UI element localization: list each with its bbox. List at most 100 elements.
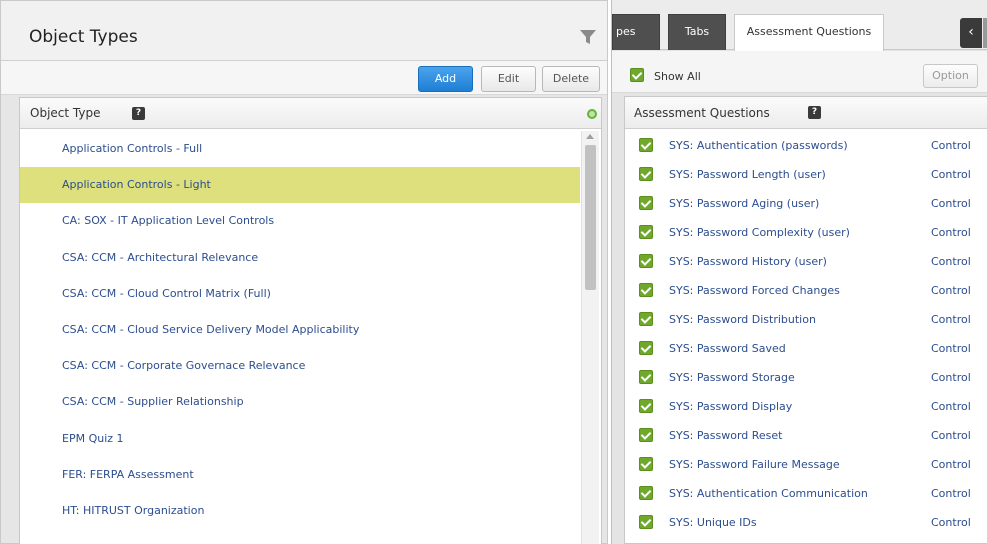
question-type: Control — [931, 313, 971, 326]
question-checkbox[interactable] — [639, 254, 653, 268]
question-checkbox[interactable] — [639, 428, 653, 442]
table-row: SYS: Password Length (user) Control — [625, 160, 987, 189]
list-item[interactable]: HT: HITRUST Organization — [20, 493, 580, 529]
question-text[interactable]: SYS: Password Failure Message — [669, 450, 840, 479]
table-row: SYS: Password Saved Control — [625, 334, 987, 363]
question-checkbox[interactable] — [639, 399, 653, 413]
question-checkbox[interactable] — [639, 167, 653, 181]
tab-object-types[interactable]: pes — [612, 14, 660, 50]
object-type-column-header: Object Type ? — [20, 98, 601, 129]
question-checkbox[interactable] — [639, 138, 653, 152]
tab-bar: pes Tabs Assessment Questions ‹ — [612, 0, 987, 51]
list-item[interactable]: CSA: CCM - Corporate Governace Relevance — [20, 348, 580, 384]
assessment-panel: pes Tabs Assessment Questions ‹ Show All… — [611, 0, 987, 544]
list-item[interactable]: CSA: CCM - Cloud Control Matrix (Full) — [20, 276, 580, 312]
question-type: Control — [931, 197, 971, 210]
list-item[interactable]: CA: SOX - IT Application Level Controls — [20, 203, 580, 239]
table-row: SYS: Authentication Communication Contro… — [625, 479, 987, 508]
object-types-panel: Object Types Add Edit Delete Object Type… — [0, 0, 608, 544]
table-row: SYS: Authentication (passwords) Control — [625, 131, 987, 160]
scrollbar-thumb[interactable] — [585, 145, 596, 290]
question-type: Control — [931, 255, 971, 268]
question-type: Control — [931, 342, 971, 355]
assessment-questions-header: Assessment Questions ? — [625, 97, 987, 129]
question-type: Control — [931, 371, 971, 384]
question-checkbox[interactable] — [639, 312, 653, 326]
tab-scroll-left-icon[interactable]: ‹ — [960, 18, 982, 48]
scroll-up-arrow-icon[interactable] — [586, 134, 594, 139]
help-icon[interactable]: ? — [132, 107, 145, 120]
object-types-header: Object Types — [1, 1, 607, 61]
table-row: SYS: Unique IDs Control — [625, 508, 987, 537]
question-type: Control — [931, 284, 971, 297]
vertical-scrollbar[interactable] — [581, 131, 599, 544]
question-checkbox[interactable] — [639, 225, 653, 239]
table-row: SYS: Password Storage Control — [625, 363, 987, 392]
question-text[interactable]: SYS: Password Length (user) — [669, 160, 826, 189]
table-row: SYS: Password Distribution Control — [625, 305, 987, 334]
object-type-list: Object Type ? Application Controls - Ful… — [19, 97, 602, 544]
question-type: Control — [931, 400, 971, 413]
question-text[interactable]: SYS: Password History (user) — [669, 247, 827, 276]
list-item[interactable]: CSA: CCM - Supplier Relationship — [20, 384, 580, 420]
table-row: SYS: Password Display Control — [625, 392, 987, 421]
table-row: SYS: Password Reset Control — [625, 421, 987, 450]
question-checkbox[interactable] — [639, 515, 653, 529]
show-all-label[interactable]: Show All — [654, 70, 701, 83]
assessment-toolbar: Show All Option — [612, 51, 987, 93]
table-row: SYS: Password History (user) Control — [625, 247, 987, 276]
table-row: SYS: Password Forced Changes Control — [625, 276, 987, 305]
option-button[interactable]: Option — [923, 64, 978, 88]
list-item[interactable]: CSA: CCM - Architectural Relevance — [20, 240, 580, 276]
help-icon[interactable]: ? — [808, 106, 821, 119]
add-button[interactable]: Add — [418, 66, 473, 92]
panel-title: Object Types — [29, 27, 138, 47]
edit-button[interactable]: Edit — [481, 66, 536, 92]
table-row: SYS: Password Failure Message Control — [625, 450, 987, 479]
question-type: Control — [931, 168, 971, 181]
question-checkbox[interactable] — [639, 196, 653, 210]
status-indicator-icon[interactable] — [587, 109, 597, 119]
question-text[interactable]: SYS: Password Storage — [669, 363, 795, 392]
question-text[interactable]: SYS: Authentication Communication — [669, 479, 868, 508]
tab-scroll-right-icon[interactable] — [983, 18, 987, 48]
question-text[interactable]: SYS: Password Distribution — [669, 305, 816, 334]
question-text[interactable]: SYS: Unique IDs — [669, 508, 757, 537]
question-type: Control — [931, 226, 971, 239]
list-item[interactable]: FER: FERPA Assessment — [20, 457, 580, 493]
question-text[interactable]: SYS: Password Reset — [669, 421, 783, 450]
question-type: Control — [931, 139, 971, 152]
list-item[interactable]: EPM Quiz 1 — [20, 421, 580, 457]
filter-icon[interactable] — [579, 28, 597, 46]
question-checkbox[interactable] — [639, 457, 653, 471]
question-checkbox[interactable] — [639, 341, 653, 355]
question-type: Control — [931, 516, 971, 529]
question-checkbox[interactable] — [639, 370, 653, 384]
assessment-questions-list: Assessment Questions ? SYS: Authenticati… — [624, 96, 987, 544]
question-rows: SYS: Authentication (passwords) Control … — [625, 131, 987, 537]
object-type-rows: Application Controls - Full Application … — [20, 131, 580, 529]
list-item-selected[interactable]: Application Controls - Light — [20, 167, 580, 204]
question-text[interactable]: SYS: Password Forced Changes — [669, 276, 840, 305]
column-header-label: Assessment Questions — [634, 106, 770, 120]
object-types-toolbar: Add Edit Delete — [1, 61, 607, 95]
question-type: Control — [931, 487, 971, 500]
question-type: Control — [931, 429, 971, 442]
list-item[interactable]: CSA: CCM - Cloud Service Delivery Model … — [20, 312, 580, 348]
tab-tabs[interactable]: Tabs — [668, 14, 726, 50]
delete-button[interactable]: Delete — [542, 66, 600, 92]
question-text[interactable]: SYS: Password Saved — [669, 334, 786, 363]
tab-assessment-questions[interactable]: Assessment Questions — [734, 14, 884, 51]
question-type: Control — [931, 458, 971, 471]
question-text[interactable]: SYS: Password Display — [669, 392, 792, 421]
question-text[interactable]: SYS: Authentication (passwords) — [669, 131, 848, 160]
show-all-checkbox[interactable] — [630, 68, 644, 82]
question-checkbox[interactable] — [639, 283, 653, 297]
table-row: SYS: Password Complexity (user) Control — [625, 218, 987, 247]
table-row: SYS: Password Aging (user) Control — [625, 189, 987, 218]
question-text[interactable]: SYS: Password Complexity (user) — [669, 218, 850, 247]
question-checkbox[interactable] — [639, 486, 653, 500]
question-text[interactable]: SYS: Password Aging (user) — [669, 189, 819, 218]
column-header-label: Object Type — [30, 106, 101, 120]
list-item[interactable]: Application Controls - Full — [20, 131, 580, 167]
